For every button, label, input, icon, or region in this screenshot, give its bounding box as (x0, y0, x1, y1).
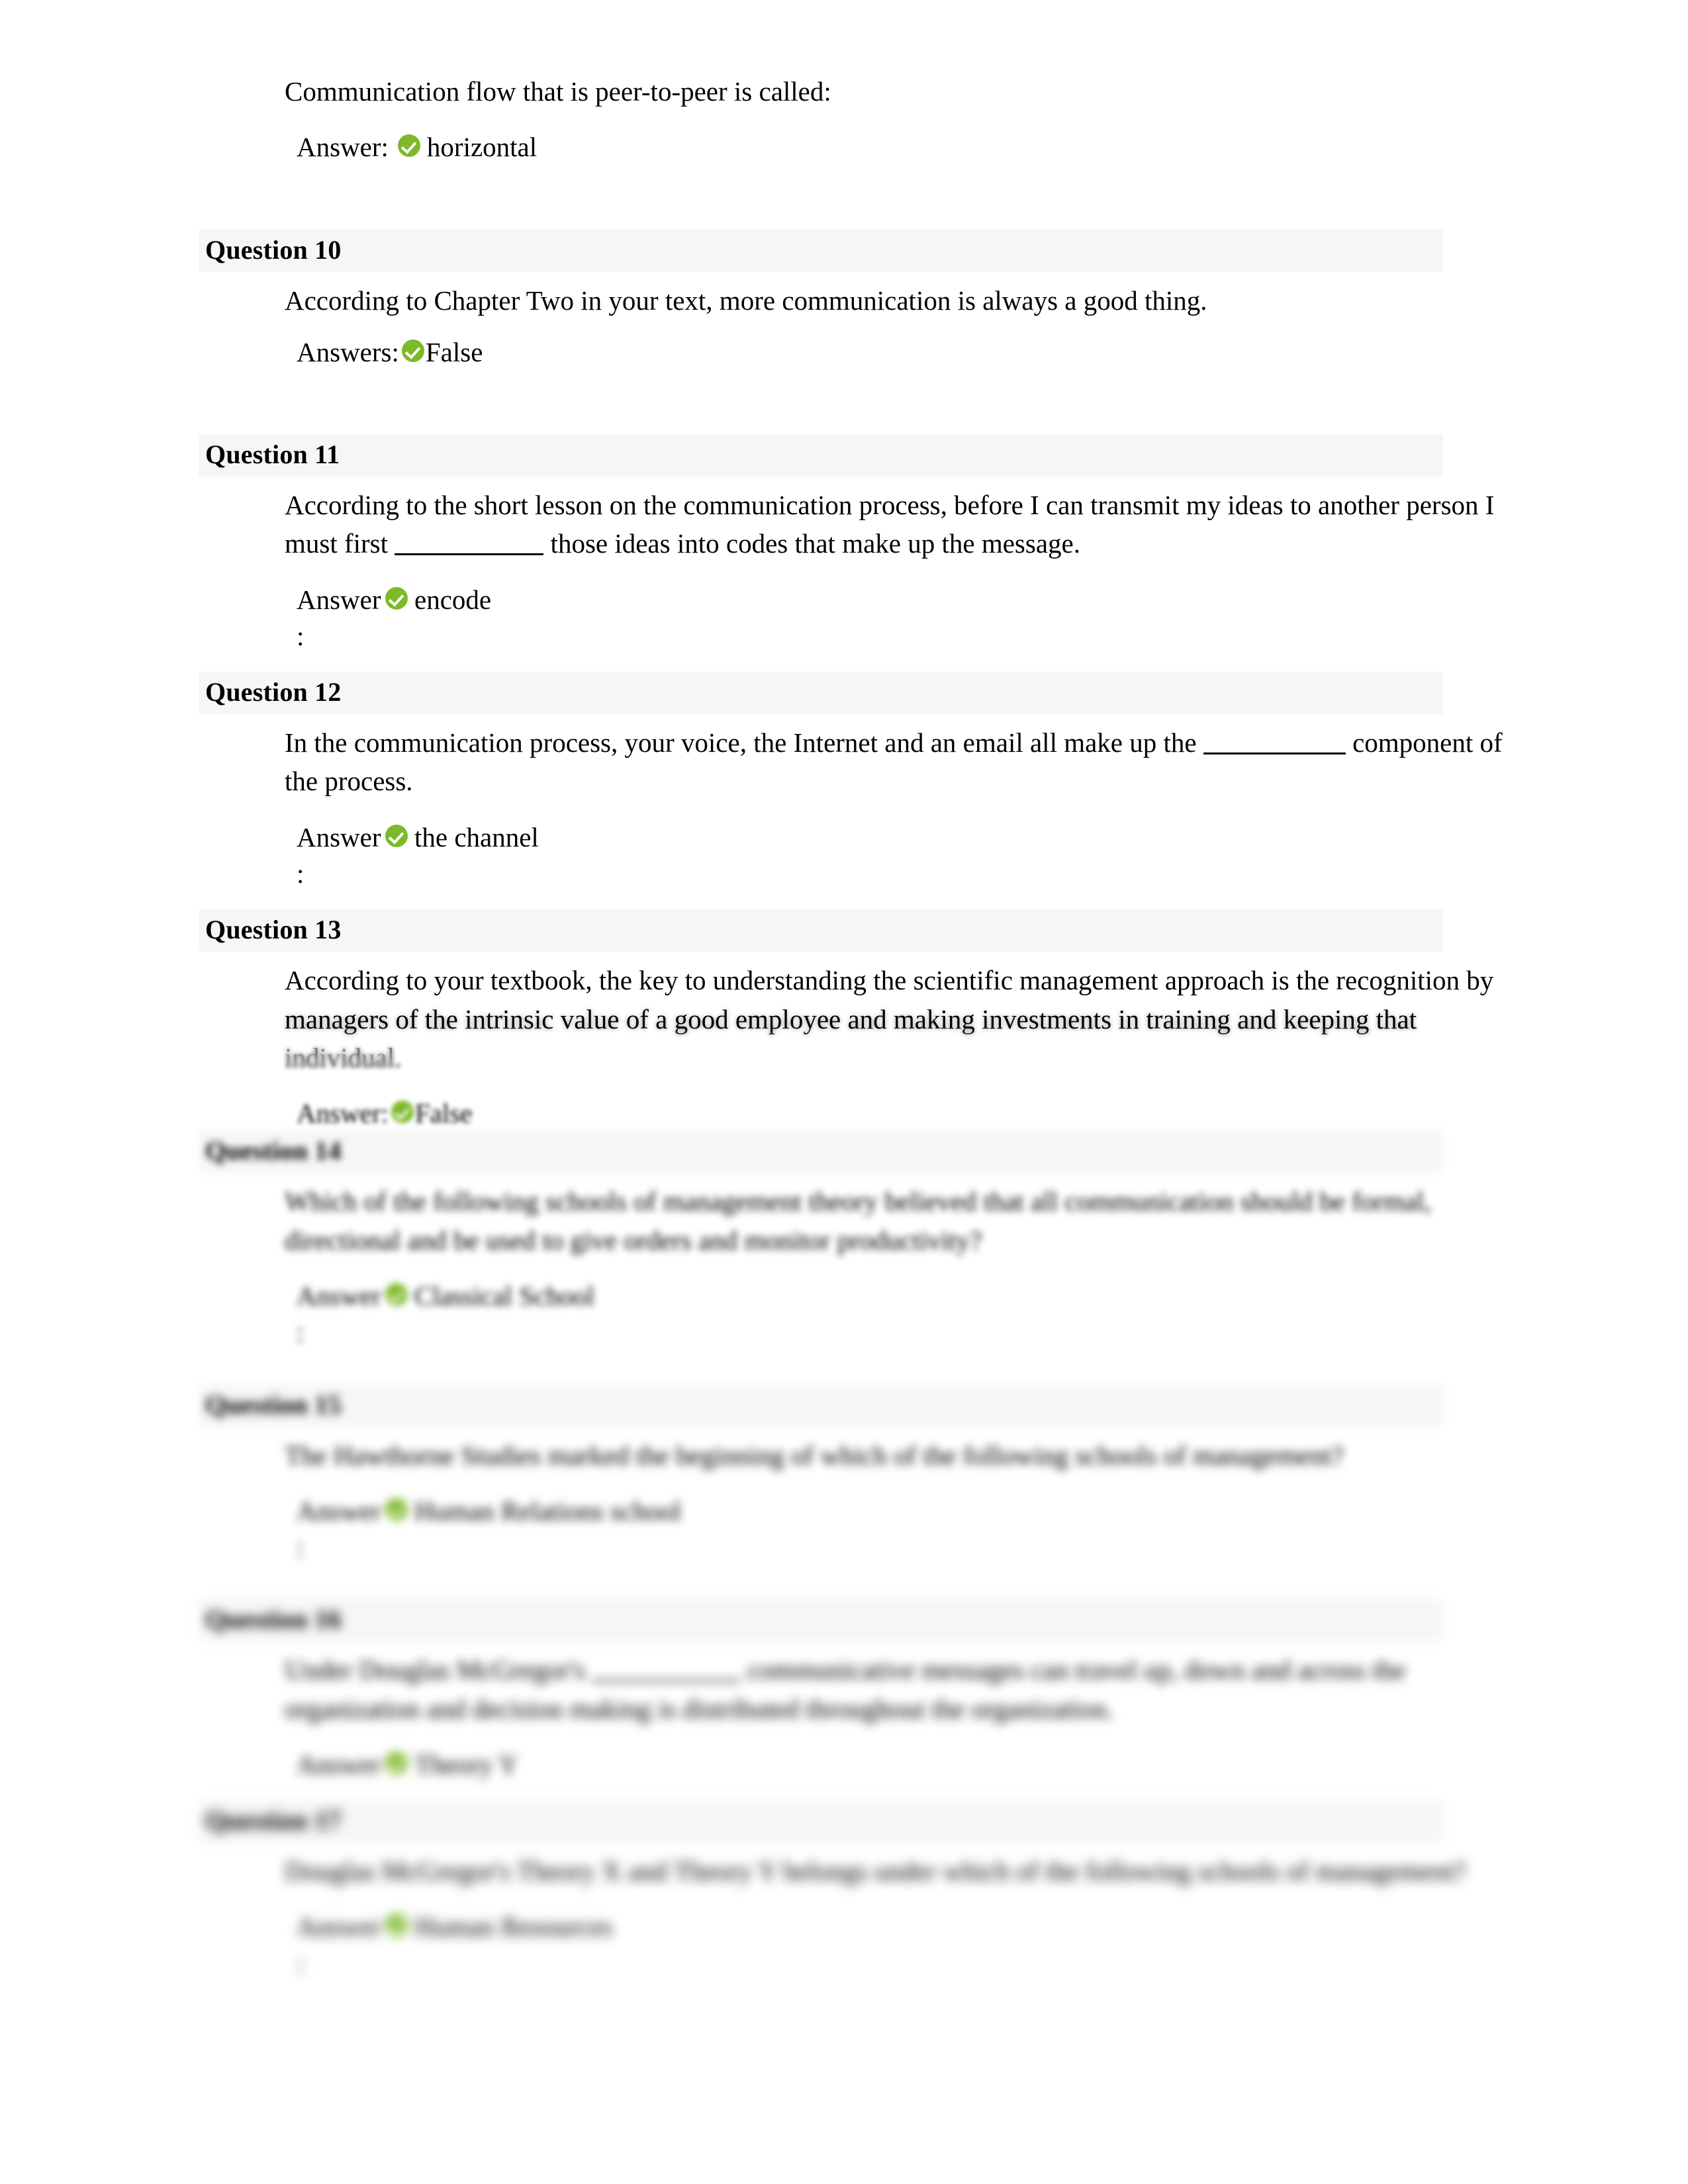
answer-row: Answer Human Relations school (297, 1493, 1513, 1529)
question-text: According to the short lesson on the com… (285, 486, 1513, 563)
answer-value: Human Relations school (414, 1495, 682, 1526)
question-block-q16: Question 16 Under Douglas McGregor's com… (199, 1599, 1523, 1783)
question-text-part-1: Under Douglas McGregor's (285, 1655, 592, 1686)
question-body: Communication flow that is peer-to-peer … (285, 63, 1513, 166)
question-header: Question 16 (199, 1599, 1443, 1642)
correct-check-icon (385, 1751, 408, 1774)
answer-value: the channel (414, 821, 539, 852)
answer-label: Answer (297, 1280, 381, 1311)
answer-value: Human Resources (414, 1911, 613, 1942)
answer-row: Answer Theory Y (297, 1747, 1513, 1783)
correct-check-icon (385, 1283, 408, 1306)
answer-label-colon: : (297, 1317, 305, 1348)
question-header-blur: Question 13 (199, 909, 1443, 952)
fill-in-blank (591, 1680, 741, 1682)
answer-row-blur: Answer: False (297, 1095, 1513, 1132)
answer-label: Answer (297, 821, 381, 852)
question-body: Which of the following schools of manage… (285, 1173, 1513, 1351)
question-block-q10: Question 10 According to Chapter Two in … (199, 229, 1523, 371)
question-block-q13: Question 13 According to your textbook, … (199, 909, 1523, 1128)
answer-row: Answer Classical School (297, 1278, 1513, 1314)
question-header: Question 14 (199, 1130, 1443, 1173)
answer-row: Answer encode (297, 582, 1513, 618)
question-text: Communication flow that is peer-to-peer … (285, 76, 831, 107)
question-body: According to Chapter Two in your text, m… (285, 272, 1513, 371)
answer-label-colon: : (297, 620, 305, 651)
correct-check-icon (391, 1101, 414, 1124)
question-text: Under Douglas McGregor's communicative m… (285, 1651, 1513, 1727)
question-block-q11: Question 11 According to the short lesso… (199, 434, 1523, 655)
answer-value: False (425, 336, 483, 367)
question-body: Douglas McGregor's Theory X and Theory Y… (285, 1843, 1513, 1982)
question-header: Question 15 (199, 1384, 1443, 1427)
question-text: In the communication process, your voice… (285, 723, 1513, 800)
document-page: Communication flow that is peer-to-peer … (0, 0, 1688, 2184)
question-header: Question 12 (199, 672, 1443, 715)
question-block-q9: Communication flow that is peer-to-peer … (199, 63, 1523, 166)
question-body-blur: According to your textbook, the key to u… (285, 952, 1513, 1132)
answer-row: Answer: horizontal (297, 129, 1513, 165)
question-block-q17: Question 17 Douglas McGregor's Theory X … (199, 1800, 1523, 1982)
question-body: According to the short lesson on the com… (285, 477, 1513, 655)
answer-value-blur: False (414, 1098, 473, 1129)
question-text: Douglas McGregor's Theory X and Theory Y… (285, 1856, 1466, 1887)
answer-value: Classical School (414, 1280, 595, 1311)
correct-check-icon (385, 824, 408, 847)
answer-label: Answers: (297, 336, 399, 367)
answer-row: Answer Human Resources (297, 1909, 1513, 1945)
answer-label-colon: : (297, 858, 305, 889)
question-header: Question 11 (199, 434, 1443, 477)
quiz-content-column: Communication flow that is peer-to-peer … (199, 0, 1523, 1982)
question-text: According to Chapter Two in your text, m… (285, 285, 1207, 316)
answer-value: horizontal (426, 132, 538, 163)
correct-check-icon (385, 1914, 408, 1937)
answer-label: Answer (297, 1495, 381, 1526)
question-body: In the communication process, your voice… (285, 714, 1513, 892)
question-text-part-1: In the communication process, your voice… (285, 727, 1203, 758)
question-block-q15: Question 15 The Hawthorne Studies marked… (199, 1384, 1523, 1567)
correct-check-icon (385, 1498, 408, 1521)
question-text-part-2: those ideas into codes that make up the … (543, 528, 1080, 559)
question-text-blur: According to your textbook, the key to u… (285, 965, 1494, 1073)
answer-label: Answer (297, 1911, 381, 1942)
answer-row: Answers: False (297, 334, 1513, 371)
q13-blur-layer: Question 13 According to your textbook, … (199, 909, 1523, 1132)
correct-check-icon (397, 134, 420, 158)
question-block-q14: Question 14 Which of the following schoo… (199, 1130, 1523, 1351)
question-text: Which of the following schools of manage… (285, 1186, 1431, 1255)
answer-label-colon: : (297, 1532, 305, 1563)
answer-row: Answer the channel (297, 819, 1513, 856)
answer-value: Theory Y (414, 1749, 518, 1780)
question-block-q12: Question 12 In the communication process… (199, 672, 1523, 892)
answer-label-colon: : (297, 1948, 305, 1979)
answer-label: Answer (297, 1749, 381, 1780)
question-text: The Hawthorne Studies marked the beginni… (285, 1439, 1344, 1471)
question-body: The Hawthorne Studies marked the beginni… (285, 1427, 1513, 1567)
fill-in-blank (395, 553, 544, 556)
answer-label-blur: Answer: (297, 1098, 389, 1129)
question-header: Question 17 (199, 1800, 1443, 1843)
answer-label: Answer (297, 584, 381, 615)
question-header: Question 10 (199, 229, 1443, 272)
correct-check-icon (401, 339, 424, 362)
fill-in-blank (1203, 752, 1346, 755)
question-body: Under Douglas McGregor's communicative m… (285, 1641, 1513, 1783)
answer-label: Answer: (297, 132, 389, 163)
answer-value: encode (414, 584, 492, 615)
correct-check-icon (385, 586, 408, 610)
